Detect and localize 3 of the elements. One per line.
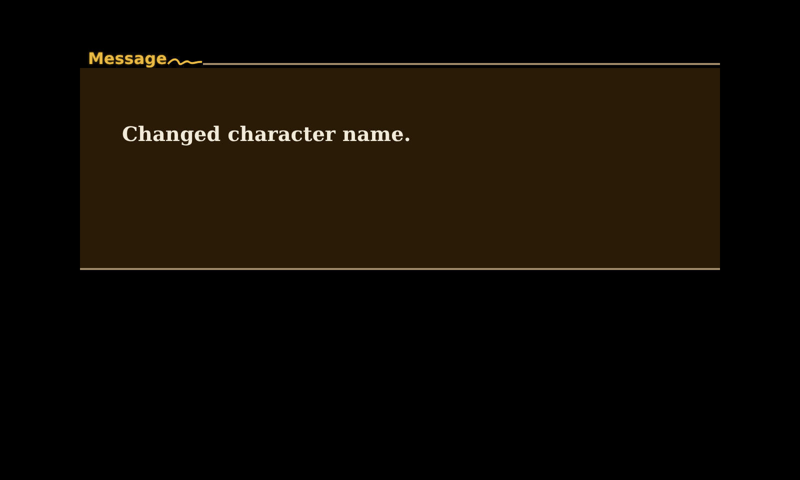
message-text: Changed character name. (122, 122, 411, 146)
flourish-icon (166, 56, 203, 68)
message-title: Message (87, 50, 167, 68)
